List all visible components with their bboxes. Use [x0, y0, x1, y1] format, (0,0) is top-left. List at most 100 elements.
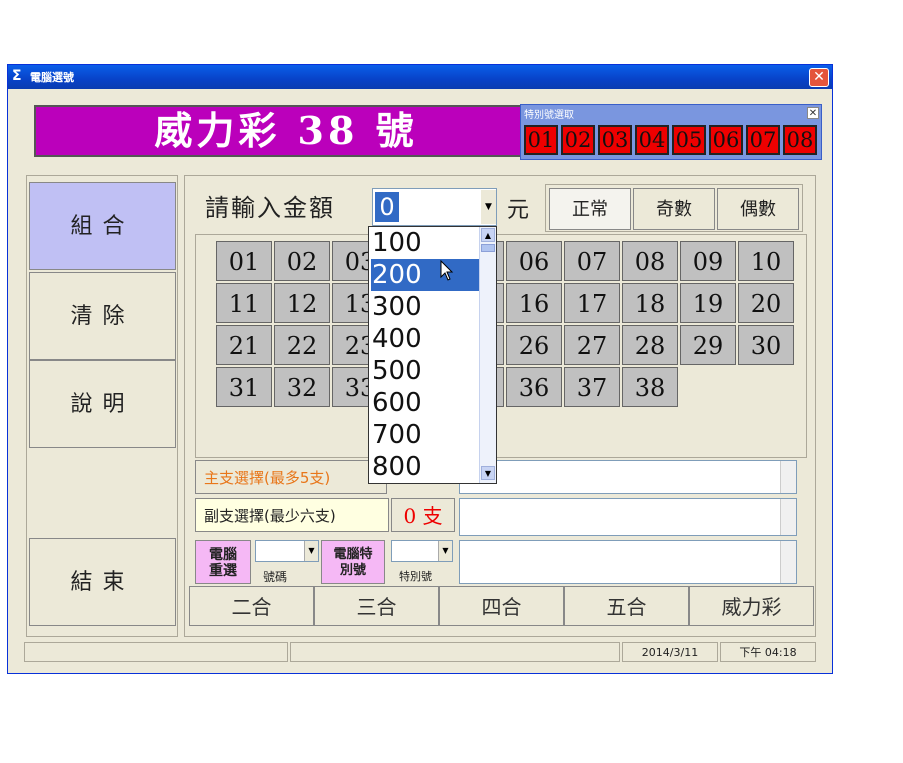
- number-button[interactable]: 16: [506, 283, 562, 323]
- combo-4-button[interactable]: 四合: [439, 586, 564, 626]
- number-button[interactable]: 27: [564, 325, 620, 365]
- number-button[interactable]: 26: [506, 325, 562, 365]
- number-button[interactable]: 17: [564, 283, 620, 323]
- sub-select-scrollbar[interactable]: [780, 499, 796, 535]
- number-select[interactable]: ▼: [255, 540, 319, 562]
- number-button[interactable]: 20: [738, 283, 794, 323]
- special-number-01[interactable]: 01: [524, 125, 558, 155]
- number-button[interactable]: 29: [680, 325, 736, 365]
- number-button[interactable]: 11: [216, 283, 272, 323]
- special-number-04[interactable]: 04: [635, 125, 669, 155]
- dropdown-option[interactable]: 700: [371, 419, 479, 451]
- close-icon: ✕: [808, 108, 818, 119]
- combo-3-button[interactable]: 三合: [314, 586, 439, 626]
- number-button[interactable]: 02: [274, 241, 330, 281]
- number-button[interactable]: 32: [274, 367, 330, 407]
- mode-odd-button[interactable]: 奇數: [633, 188, 715, 230]
- amount-prompt: 請輸入金額: [205, 194, 335, 222]
- special-number-03[interactable]: 03: [598, 125, 632, 155]
- main-select-label: 主支選擇(最多5支): [195, 460, 387, 494]
- computer-special-line1: 電腦特: [333, 547, 373, 562]
- status-panel-2: [290, 642, 620, 662]
- exit-button[interactable]: 結束: [29, 538, 176, 626]
- computer-result-field[interactable]: [459, 540, 797, 584]
- status-panel-1: [24, 642, 288, 662]
- number-button[interactable]: 01: [216, 241, 272, 281]
- scroll-up-icon[interactable]: ▲: [481, 228, 495, 242]
- sub-select-count: 0 支: [391, 498, 455, 532]
- number-button[interactable]: 08: [622, 241, 678, 281]
- number-button[interactable]: 12: [274, 283, 330, 323]
- sub-select-field[interactable]: [459, 498, 797, 536]
- number-button[interactable]: 28: [622, 325, 678, 365]
- dropdown-option[interactable]: 600: [371, 387, 479, 419]
- number-button[interactable]: 10: [738, 241, 794, 281]
- dropdown-option[interactable]: 300: [371, 291, 479, 323]
- number-button[interactable]: 07: [564, 241, 620, 281]
- special-number-select[interactable]: ▼: [391, 540, 453, 562]
- title-bar[interactable]: Σ 電腦選號 ✕: [8, 65, 832, 89]
- computer-result-scrollbar[interactable]: [780, 541, 796, 583]
- dropdown-option-selected[interactable]: 200: [371, 259, 479, 291]
- mode-even-button[interactable]: 偶數: [717, 188, 799, 230]
- dropdown-arrow-icon[interactable]: ▼: [481, 190, 496, 224]
- number-button[interactable]: 22: [274, 325, 330, 365]
- number-select-label: 號碼: [263, 570, 288, 584]
- help-button[interactable]: 說明: [29, 360, 176, 448]
- amount-dropdown-list[interactable]: 100 200 300 400 500 600 700 800 ▲ ▼: [368, 226, 497, 484]
- special-panel-close-button[interactable]: ✕: [807, 107, 819, 119]
- special-number-select-label: 特別號: [399, 570, 432, 583]
- mode-normal-button[interactable]: 正常: [549, 188, 631, 230]
- number-button[interactable]: 21: [216, 325, 272, 365]
- sigma-icon: Σ: [12, 68, 22, 84]
- main-select-scrollbar[interactable]: [780, 461, 796, 493]
- computer-special-line2: 別號: [339, 563, 366, 578]
- banner-title: 威力彩 38 號: [154, 108, 418, 153]
- special-number-05[interactable]: 05: [672, 125, 706, 155]
- number-button[interactable]: 38: [622, 367, 678, 407]
- combo-2-button[interactable]: 二合: [189, 586, 314, 626]
- scroll-thumb[interactable]: [481, 244, 495, 252]
- number-button[interactable]: 37: [564, 367, 620, 407]
- close-button[interactable]: ✕: [809, 68, 829, 87]
- main-select-field[interactable]: [459, 460, 797, 494]
- scroll-down-icon[interactable]: ▼: [481, 466, 495, 480]
- special-number-08[interactable]: 08: [783, 125, 817, 155]
- number-button[interactable]: 09: [680, 241, 736, 281]
- status-time: 下午 04:18: [720, 642, 816, 662]
- number-button[interactable]: 30: [738, 325, 794, 365]
- combine-button[interactable]: 組合: [29, 182, 176, 270]
- dropdown-arrow-icon[interactable]: ▼: [438, 541, 452, 561]
- computer-reselect-line1: 電腦: [209, 547, 237, 563]
- clear-button[interactable]: 清除: [29, 272, 176, 360]
- dropdown-scrollbar[interactable]: ▲ ▼: [479, 227, 496, 483]
- special-panel-title: 特別號選取: [524, 110, 574, 121]
- number-button[interactable]: 31: [216, 367, 272, 407]
- dropdown-arrow-icon[interactable]: ▼: [304, 541, 318, 561]
- special-number-06[interactable]: 06: [709, 125, 743, 155]
- mode-group: 正常 奇數 偶數: [545, 184, 803, 232]
- number-button[interactable]: 19: [680, 283, 736, 323]
- number-button[interactable]: 18: [622, 283, 678, 323]
- special-number-panel: 特別號選取 ✕ 01 02 03 04 05 06 07 08: [520, 104, 822, 160]
- amount-combo[interactable]: 0 ▼: [372, 188, 497, 226]
- left-button-panel: 組合 清除 說明 結束: [26, 175, 178, 637]
- dropdown-option[interactable]: 100: [371, 227, 479, 259]
- computer-reselect-button[interactable]: 電腦 重選: [195, 540, 251, 584]
- close-icon: ✕: [813, 69, 825, 85]
- number-button[interactable]: 36: [506, 367, 562, 407]
- status-bar: 2014/3/11 下午 04:18: [24, 642, 818, 664]
- computer-special-button[interactable]: 電腦特 別號: [321, 540, 385, 584]
- dropdown-option[interactable]: 500: [371, 355, 479, 387]
- dropdown-option[interactable]: 400: [371, 323, 479, 355]
- special-number-07[interactable]: 07: [746, 125, 780, 155]
- powerball-button[interactable]: 威力彩: [689, 586, 814, 626]
- dropdown-option[interactable]: 800: [371, 451, 479, 483]
- amount-unit: 元: [507, 198, 530, 223]
- special-number-02[interactable]: 02: [561, 125, 595, 155]
- combo-5-button[interactable]: 五合: [564, 586, 689, 626]
- status-date: 2014/3/11: [622, 642, 718, 662]
- number-button[interactable]: 06: [506, 241, 562, 281]
- main-panel: 請輸入金額 0 ▼ 元 正常 奇數 偶數 01 02 03 04 05 06 0…: [184, 175, 816, 637]
- amount-value[interactable]: 0: [375, 192, 399, 222]
